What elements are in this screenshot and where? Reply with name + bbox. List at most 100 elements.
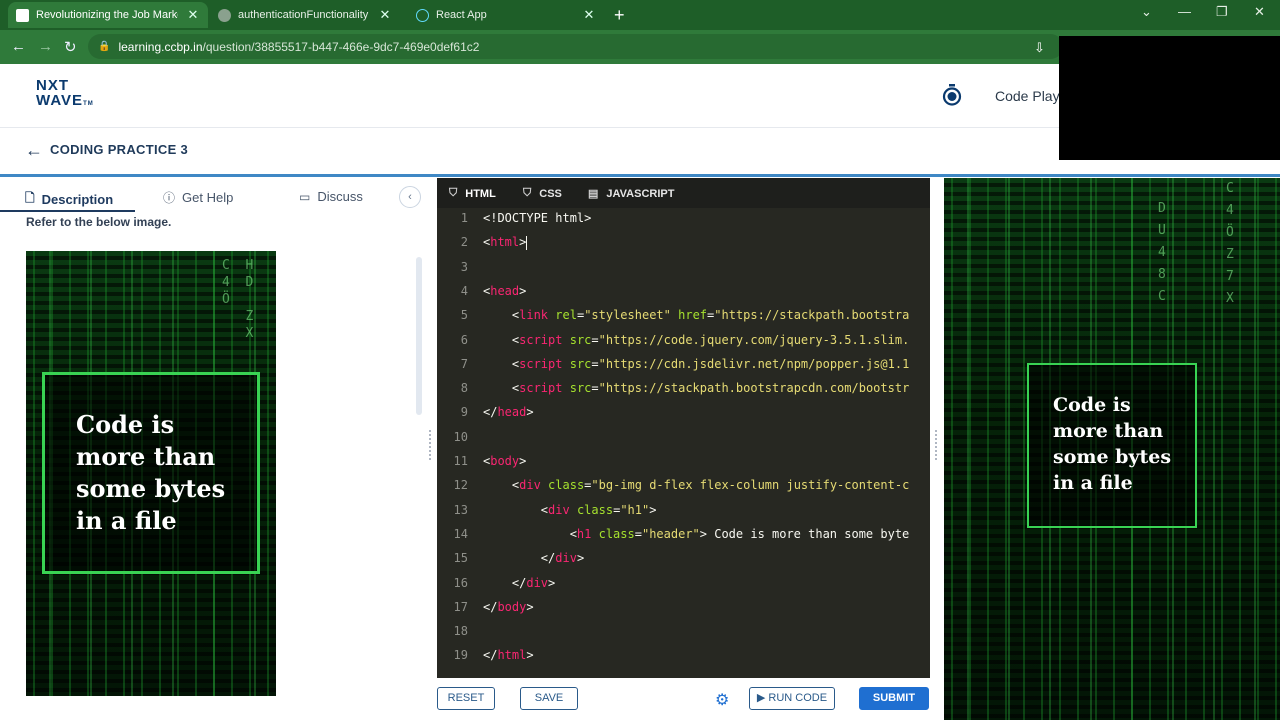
forward-arrow-icon[interactable]: → <box>38 38 53 55</box>
code-token: > <box>576 551 585 566</box>
logo-tm: TM <box>83 101 94 107</box>
code-text: </div> <box>483 546 584 570</box>
close-tab-icon[interactable]: ✕ <box>378 7 392 23</box>
logo-line-2: WAVE <box>36 92 84 109</box>
code-token: "h1" <box>620 502 650 517</box>
line-number: 18 <box>453 624 468 639</box>
tab-label: JAVASCRIPT <box>606 187 675 200</box>
resize-handle-left[interactable] <box>429 430 432 460</box>
code-token: > <box>526 599 534 614</box>
code-line[interactable]: 1 <!DOCTYPE html> <box>437 206 930 230</box>
code-text: <script src="https://cdn.jsdelivr.net/np… <box>483 352 909 376</box>
code-line[interactable]: 12 <div class="bg-img d-flex flex-column… <box>437 473 930 497</box>
gear-icon[interactable]: ⚙ <box>715 690 729 710</box>
code-text: <script src="https://stackpath.bootstrap… <box>483 376 909 400</box>
breadcrumb: ← CODING PRACTICE 3 <box>0 128 1060 174</box>
page-title: CODING PRACTICE 3 <box>50 142 189 157</box>
code-line[interactable]: 5 <link rel="stylesheet" href="https://s… <box>437 303 930 327</box>
browser-tab-1[interactable]: Revolutionizing the Job Market | ✕ <box>8 2 208 28</box>
react-favicon-icon <box>416 8 429 22</box>
install-icon[interactable]: ⇩ <box>1034 40 1045 56</box>
code-line[interactable]: 8 <script src="https://stackpath.bootstr… <box>437 376 930 400</box>
code-line[interactable]: 4 <head> <box>437 279 930 303</box>
nxtwave-favicon-icon <box>16 8 29 22</box>
code-text: <body> <box>483 449 526 473</box>
code-token: class <box>598 526 635 541</box>
line-number: 8 <box>460 381 468 396</box>
nxtwave-logo[interactable]: NXT WAVETM <box>36 78 94 112</box>
code-line[interactable]: 7 <script src="https://cdn.jsdelivr.net/… <box>437 352 930 376</box>
close-tab-icon[interactable]: ✕ <box>186 7 200 23</box>
chat-bubble-icon: ▭ <box>299 189 311 204</box>
line-number: 9 <box>460 405 468 420</box>
code-token: > <box>526 648 534 663</box>
browser-tab-title: React App <box>436 9 487 21</box>
code-line[interactable]: 19 </html> <box>437 643 930 667</box>
code-line[interactable]: 17 </body> <box>437 595 930 619</box>
help-circle-icon: ⓘ <box>163 191 176 205</box>
code-token: < <box>483 478 520 493</box>
line-number: 7 <box>460 356 468 371</box>
code-line[interactable]: 18 <box>437 619 930 643</box>
tab-description[interactable]: 🗋 Description <box>25 189 113 210</box>
code-token: script <box>519 381 563 396</box>
code-text: <link rel="stylesheet" href="https://sta… <box>483 303 909 327</box>
reset-button[interactable]: RESET <box>437 687 495 710</box>
tab-get-help[interactable]: ⓘ Get Help <box>163 189 233 206</box>
code-line[interactable]: 9 </head> <box>437 400 930 424</box>
run-code-button[interactable]: ▶ RUN CODE <box>749 687 835 710</box>
code-token: body <box>497 599 527 614</box>
minimize-icon[interactable]: — <box>1178 4 1191 19</box>
line-number: 4 <box>460 283 468 298</box>
code-token: > Code is more than some byte <box>699 526 910 541</box>
new-tab-icon[interactable]: + <box>614 5 625 26</box>
submit-button[interactable]: SUBMIT <box>859 687 929 710</box>
code-line[interactable]: 16 </div> <box>437 571 930 595</box>
collapse-panel-button[interactable]: ‹ <box>399 186 421 208</box>
refer-text: Refer to the below image. <box>26 215 172 229</box>
code-line[interactable]: 15 </div> <box>437 546 930 570</box>
code-editor[interactable]: ⛉ HTML ⛉ CSS ▤ JAVASCRIPT 1 <!DOCTYPE htm… <box>437 178 930 678</box>
tab-javascript[interactable]: ▤ JAVASCRIPT <box>588 187 675 201</box>
address-bar[interactable]: 🔒 learning.ccbp.in /question/38855517-b4… <box>88 34 1063 59</box>
browser-tab-2[interactable]: authenticationFunctionality — C ✕ <box>210 2 400 28</box>
save-button[interactable]: SAVE <box>520 687 578 710</box>
resize-handle-right[interactable] <box>935 430 938 460</box>
run-code-label: RUN CODE <box>768 692 828 704</box>
tab-discuss[interactable]: ▭ Discuss <box>299 189 363 204</box>
code-token: rel <box>555 308 577 323</box>
back-arrow-icon[interactable]: ← <box>25 140 43 161</box>
line-number: 19 <box>453 648 468 663</box>
code-line[interactable]: 6 <script src="https://code.jquery.com/j… <box>437 328 930 352</box>
code-token: > <box>519 454 527 468</box>
reload-icon[interactable]: ↻ <box>64 38 77 56</box>
code-line[interactable]: 10 <box>437 425 930 449</box>
code-token: < <box>483 308 520 323</box>
code-token: "bg-img d-flex flex-column justify-conte… <box>591 478 910 493</box>
close-window-icon[interactable]: ✕ <box>1254 4 1265 20</box>
code-text: </div> <box>483 571 555 595</box>
code-token: </ <box>483 405 498 420</box>
code-token: > <box>649 502 657 517</box>
tab-css[interactable]: ⛉ CSS <box>523 187 562 200</box>
tab-search-icon[interactable]: ⌄ <box>1141 4 1152 20</box>
line-number: 11 <box>453 454 468 468</box>
back-arrow-icon[interactable]: ← <box>11 38 26 55</box>
maximize-icon[interactable]: ❐ <box>1216 4 1228 20</box>
code-playground-link[interactable]: Code Play <box>995 88 1060 104</box>
stopwatch-icon[interactable] <box>942 84 962 106</box>
code-line[interactable]: 3 <box>437 255 930 279</box>
close-tab-icon[interactable]: ✕ <box>582 7 596 23</box>
scrollbar[interactable] <box>416 257 422 415</box>
code-line[interactable]: 13 <div class="h1"> <box>437 498 930 522</box>
code-area[interactable]: 1 <!DOCTYPE html> 2 <html> 3 4 <head> 5 <link r… <box>437 206 930 678</box>
code-line[interactable]: 11 <body> <box>437 449 930 473</box>
lock-icon: 🔒 <box>98 41 111 52</box>
code-line[interactable]: 2 <html> <box>437 230 930 254</box>
code-token: < <box>483 332 520 347</box>
browser-tab-3[interactable]: React App ✕ <box>408 2 604 28</box>
code-line[interactable]: 14 <h1 class="header"> Code is more than… <box>437 522 930 546</box>
tab-html[interactable]: ⛉ HTML <box>449 187 496 200</box>
